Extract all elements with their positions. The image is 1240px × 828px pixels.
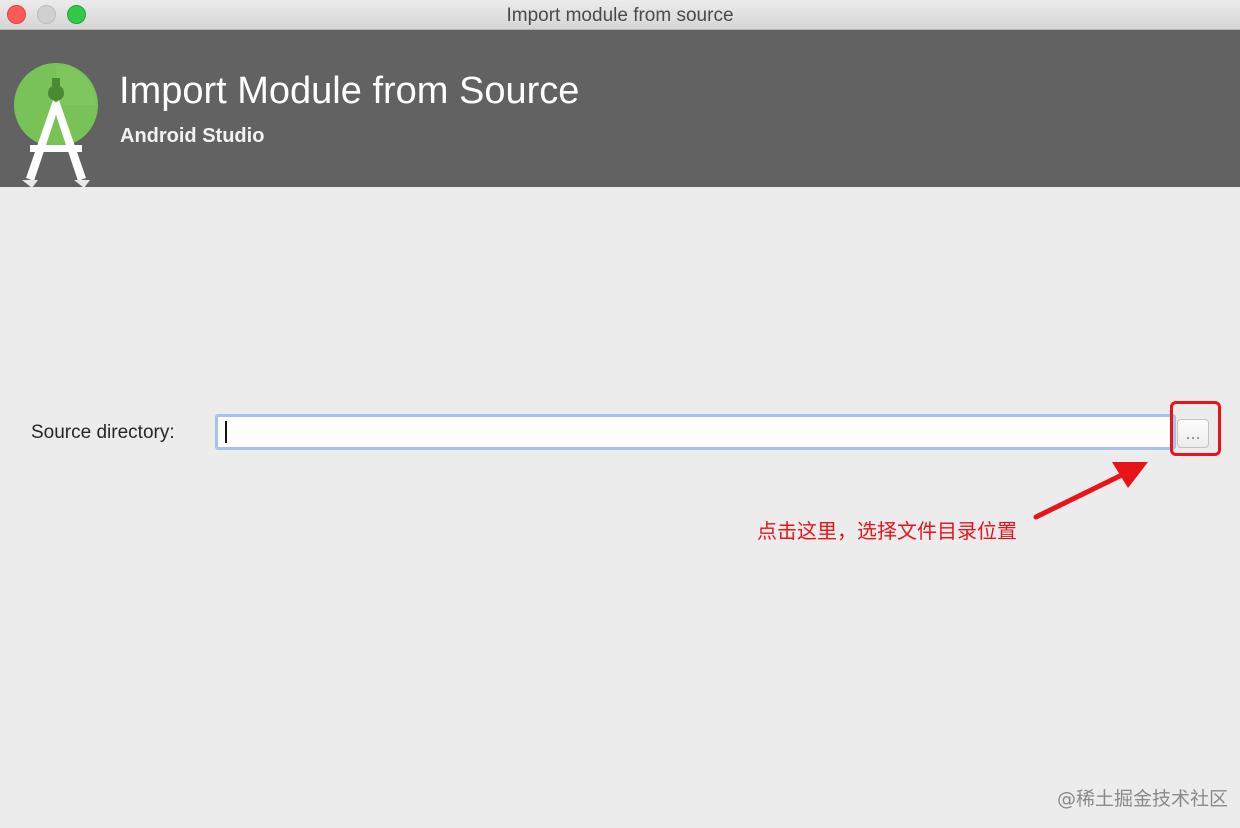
dialog-title: Import Module from Source <box>119 70 580 112</box>
dialog-header: Import Module from Source Android Studio <box>0 30 1240 188</box>
window-title: Import module from source <box>506 5 734 26</box>
text-caret <box>225 421 227 443</box>
annotation-text: 点击这里，选择文件目录位置 <box>757 519 1017 543</box>
source-directory-input[interactable] <box>215 414 1176 450</box>
watermark: @稀土掘金技术社区 <box>1057 788 1229 810</box>
source-directory-label: Source directory: <box>31 422 175 443</box>
dialog-subtitle: Android Studio <box>120 125 265 147</box>
title-bar: Import module from source <box>0 0 1240 30</box>
highlight-box <box>1170 401 1221 456</box>
android-studio-logo-icon <box>14 63 98 188</box>
